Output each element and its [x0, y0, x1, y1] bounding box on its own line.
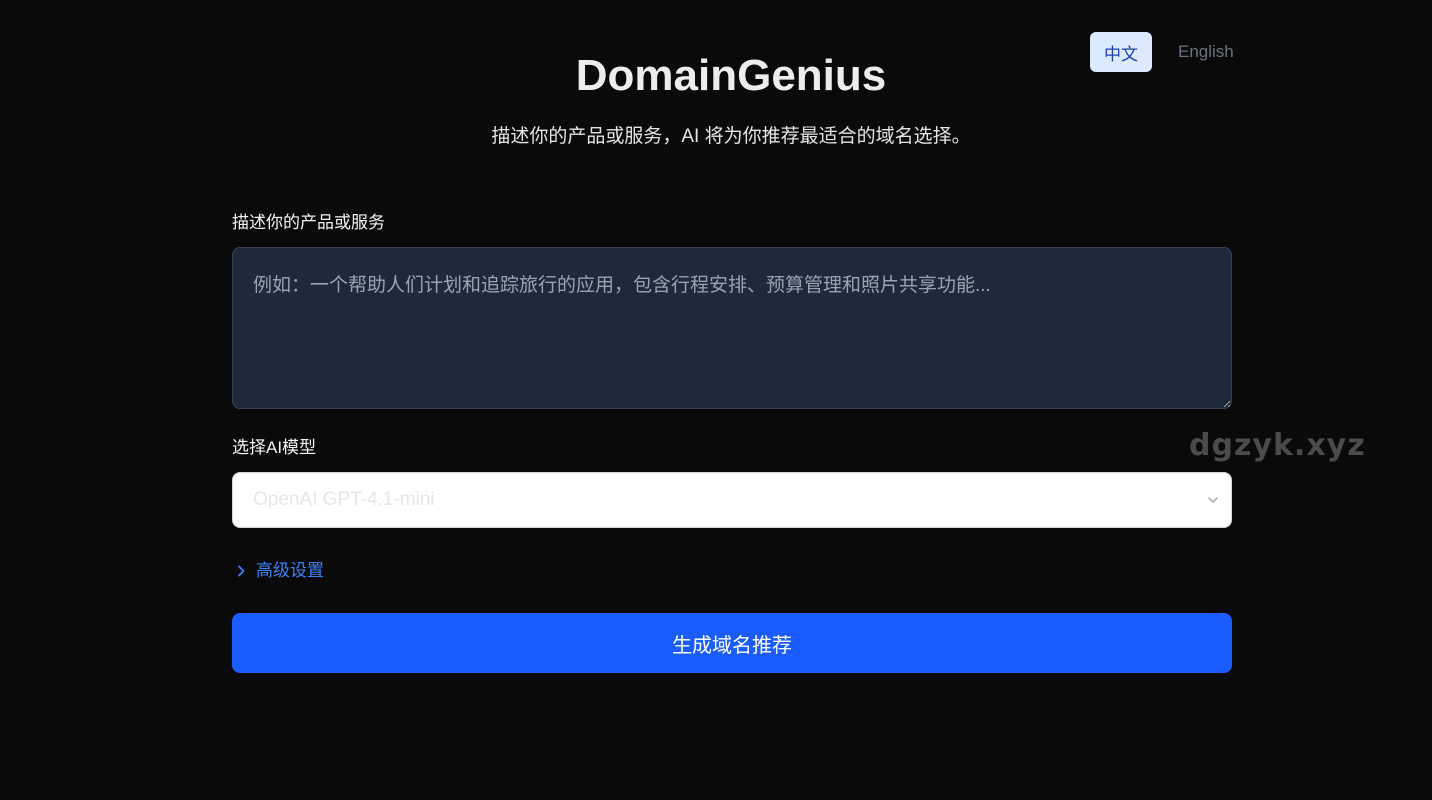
model-select-value: OpenAI GPT-4.1-mini	[253, 489, 435, 510]
advanced-settings-label: 高级设置	[256, 561, 324, 580]
page-subtitle: 描述你的产品或服务，AI 将为你推荐最适合的域名选择。	[491, 126, 971, 147]
watermark-text: dgzyk.xyz	[1189, 428, 1366, 463]
description-label: 描述你的产品或服务	[232, 213, 385, 232]
page: 中文 English DomainGenius 描述你的产品或服务，AI 将为你…	[0, 0, 1432, 800]
chevron-down-icon	[1208, 497, 1218, 503]
page-title: DomainGenius	[575, 51, 887, 100]
description-input[interactable]	[232, 247, 1232, 409]
advanced-settings-toggle[interactable]: 高级设置	[234, 558, 324, 584]
generate-domains-button[interactable]: 生成域名推荐	[232, 613, 1232, 673]
model-label: 选择AI模型	[232, 438, 317, 457]
model-select[interactable]: OpenAI GPT-4.1-mini	[232, 472, 1232, 528]
chevron-right-icon	[238, 565, 245, 577]
